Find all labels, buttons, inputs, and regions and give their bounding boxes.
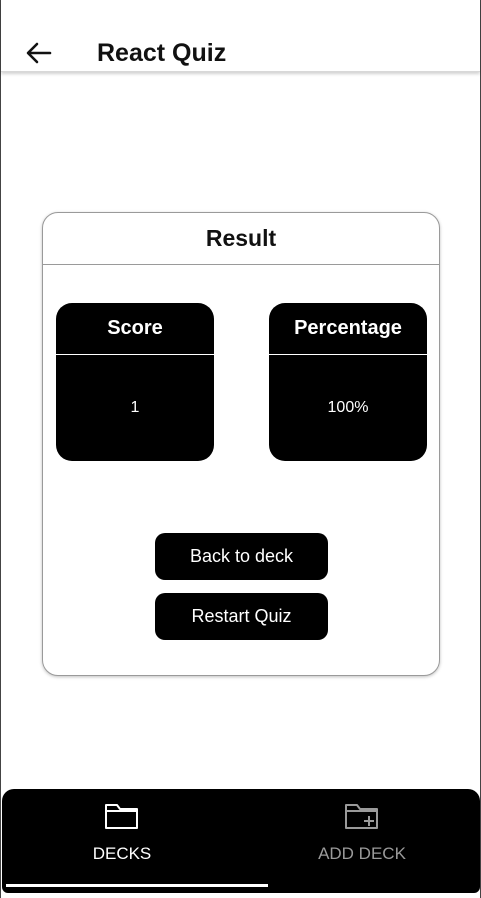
back-button[interactable] bbox=[23, 38, 55, 68]
arrow-left-icon bbox=[26, 42, 52, 64]
restart-quiz-button[interactable]: Restart Quiz bbox=[155, 593, 328, 640]
score-label: Score bbox=[56, 303, 214, 355]
folder-icon bbox=[105, 804, 138, 829]
active-tab-indicator bbox=[6, 884, 268, 887]
percentage-value: 100% bbox=[327, 399, 369, 416]
bottom-nav: DECKS ADD DECK bbox=[2, 789, 480, 893]
result-title: Result bbox=[43, 213, 439, 265]
folder-plus-icon bbox=[345, 804, 378, 829]
nav-item-add-deck[interactable]: ADD DECK bbox=[242, 789, 481, 893]
back-to-deck-button[interactable]: Back to deck bbox=[155, 533, 328, 580]
percentage-label: Percentage bbox=[269, 303, 427, 355]
nav-label-add-deck: ADD DECK bbox=[318, 844, 406, 863]
page-title: React Quiz bbox=[97, 39, 227, 67]
score-box: Score 1 bbox=[56, 303, 214, 461]
result-card: Result Score 1 Percentage 100% Back to d… bbox=[42, 212, 440, 676]
percentage-box: Percentage 100% bbox=[269, 303, 427, 461]
nav-label-decks: DECKS bbox=[92, 844, 152, 863]
app-screen: React Quiz Result Score 1 Percentage 100… bbox=[0, 0, 481, 898]
score-value: 1 bbox=[130, 399, 140, 416]
nav-item-decks[interactable]: DECKS bbox=[2, 789, 242, 893]
header-bar: React Quiz bbox=[1, 0, 480, 72]
